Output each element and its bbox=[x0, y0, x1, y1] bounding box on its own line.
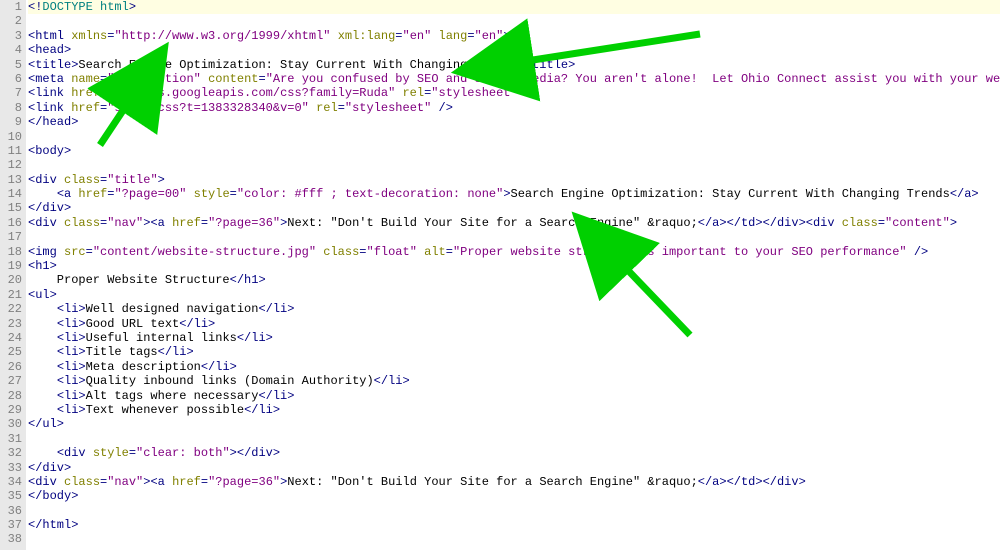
code-line[interactable] bbox=[28, 158, 1000, 172]
code-line[interactable]: <li>Title tags</li> bbox=[28, 345, 1000, 359]
line-number: 6 bbox=[0, 72, 22, 86]
line-number: 12 bbox=[0, 158, 22, 172]
code-line[interactable]: <li>Well designed navigation</li> bbox=[28, 302, 1000, 316]
code-line[interactable]: Proper Website Structure</h1> bbox=[28, 273, 1000, 287]
line-number: 33 bbox=[0, 461, 22, 475]
code-line[interactable] bbox=[28, 532, 1000, 546]
line-number: 37 bbox=[0, 518, 22, 532]
line-number: 21 bbox=[0, 288, 22, 302]
line-number: 35 bbox=[0, 489, 22, 503]
code-line[interactable]: </head> bbox=[28, 115, 1000, 129]
line-number: 8 bbox=[0, 101, 22, 115]
code-line[interactable] bbox=[28, 432, 1000, 446]
line-number: 31 bbox=[0, 432, 22, 446]
code-line[interactable]: <head> bbox=[28, 43, 1000, 57]
code-line[interactable]: <div class="nav"><a href="?page=36">Next… bbox=[28, 216, 1000, 230]
line-number: 19 bbox=[0, 259, 22, 273]
line-number: 34 bbox=[0, 475, 22, 489]
code-line[interactable]: <link href="//fonts.googleapis.com/css?f… bbox=[28, 86, 1000, 100]
code-line[interactable]: <img src="content/website-structure.jpg"… bbox=[28, 245, 1000, 259]
line-number: 38 bbox=[0, 532, 22, 546]
line-number: 36 bbox=[0, 504, 22, 518]
line-number: 32 bbox=[0, 446, 22, 460]
code-line[interactable]: <li>Useful internal links</li> bbox=[28, 331, 1000, 345]
line-number: 9 bbox=[0, 115, 22, 129]
line-number: 1 bbox=[0, 0, 22, 14]
code-line[interactable]: <div class="title"> bbox=[28, 173, 1000, 187]
line-number: 29 bbox=[0, 403, 22, 417]
line-number: 13 bbox=[0, 173, 22, 187]
code-line[interactable]: <body> bbox=[28, 144, 1000, 158]
line-number: 27 bbox=[0, 374, 22, 388]
line-number: 11 bbox=[0, 144, 22, 158]
line-number: 7 bbox=[0, 86, 22, 100]
line-number: 20 bbox=[0, 273, 22, 287]
code-line[interactable]: <link href="style.css?t=1383328340&v=0" … bbox=[28, 101, 1000, 115]
line-number-gutter: 1234567891011121314151617181920212223242… bbox=[0, 0, 26, 550]
line-number: 10 bbox=[0, 130, 22, 144]
code-area[interactable]: <!DOCTYPE html> <html xmlns="http://www.… bbox=[26, 0, 1000, 550]
code-line[interactable]: <div style="clear: both"></div> bbox=[28, 446, 1000, 460]
code-line[interactable]: </html> bbox=[28, 518, 1000, 532]
code-line[interactable]: <li>Meta description</li> bbox=[28, 360, 1000, 374]
line-number: 24 bbox=[0, 331, 22, 345]
line-number: 3 bbox=[0, 29, 22, 43]
code-line[interactable] bbox=[28, 504, 1000, 518]
code-line[interactable]: <li>Alt tags where necessary</li> bbox=[28, 389, 1000, 403]
code-line[interactable]: <li>Quality inbound links (Domain Author… bbox=[28, 374, 1000, 388]
code-line[interactable]: <html xmlns="http://www.w3.org/1999/xhtm… bbox=[28, 29, 1000, 43]
line-number: 5 bbox=[0, 58, 22, 72]
code-line[interactable]: <meta name="description" content="Are yo… bbox=[28, 72, 1000, 86]
code-line[interactable]: </body> bbox=[28, 489, 1000, 503]
code-line[interactable] bbox=[28, 230, 1000, 244]
line-number: 23 bbox=[0, 317, 22, 331]
code-line[interactable]: <a href="?page=00" style="color: #fff ; … bbox=[28, 187, 1000, 201]
line-number: 26 bbox=[0, 360, 22, 374]
code-line[interactable]: <h1> bbox=[28, 259, 1000, 273]
code-line[interactable]: <li>Text whenever possible</li> bbox=[28, 403, 1000, 417]
line-number: 25 bbox=[0, 345, 22, 359]
line-number: 4 bbox=[0, 43, 22, 57]
code-line[interactable]: </ul> bbox=[28, 417, 1000, 431]
code-line[interactable]: <title>Search Engine Optimization: Stay … bbox=[28, 58, 1000, 72]
code-line[interactable]: <li>Good URL text</li> bbox=[28, 317, 1000, 331]
line-number: 2 bbox=[0, 14, 22, 28]
line-number: 30 bbox=[0, 417, 22, 431]
code-line[interactable]: <ul> bbox=[28, 288, 1000, 302]
code-line[interactable]: </div> bbox=[28, 201, 1000, 215]
code-line[interactable]: </div> bbox=[28, 461, 1000, 475]
line-number: 14 bbox=[0, 187, 22, 201]
line-number: 18 bbox=[0, 245, 22, 259]
line-number: 16 bbox=[0, 216, 22, 230]
line-number: 17 bbox=[0, 230, 22, 244]
line-number: 28 bbox=[0, 389, 22, 403]
code-line[interactable]: <div class="nav"><a href="?page=36">Next… bbox=[28, 475, 1000, 489]
line-number: 22 bbox=[0, 302, 22, 316]
code-line[interactable]: <!DOCTYPE html> bbox=[28, 0, 1000, 14]
code-line[interactable] bbox=[28, 130, 1000, 144]
code-line[interactable] bbox=[28, 14, 1000, 28]
line-number: 15 bbox=[0, 201, 22, 215]
